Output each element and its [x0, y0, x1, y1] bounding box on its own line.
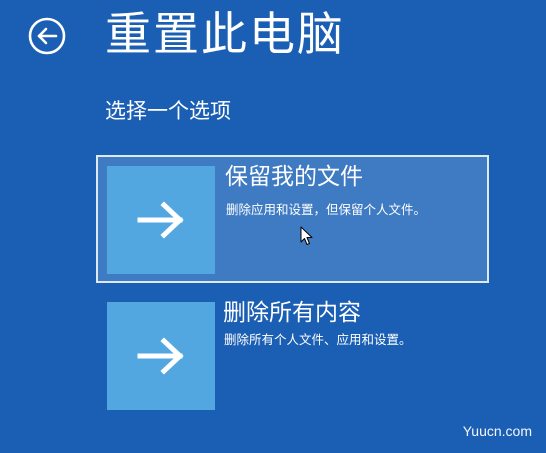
watermark: Yuucn.com	[462, 423, 532, 439]
option-description: 删除应用和设置，但保留个人文件。	[226, 202, 427, 217]
option-tile	[107, 302, 215, 410]
choose-option-heading: 选择一个选项	[105, 99, 231, 123]
page-title: 重置此电脑	[105, 7, 345, 61]
option-description: 删除所有个人文件、应用和设置。	[224, 332, 412, 347]
option-tile	[107, 166, 215, 274]
option-title: 删除所有内容	[223, 300, 361, 326]
back-button[interactable]	[27, 16, 67, 56]
remove-everything-option[interactable]: 删除所有内容 删除所有个人文件、应用和设置。	[96, 291, 489, 419]
back-arrow-circle-icon	[27, 16, 67, 56]
option-title: 保留我的文件	[225, 164, 363, 190]
mouse-pointer-icon	[300, 226, 314, 250]
keep-my-files-option[interactable]: 保留我的文件 删除应用和设置，但保留个人文件。	[96, 155, 489, 283]
